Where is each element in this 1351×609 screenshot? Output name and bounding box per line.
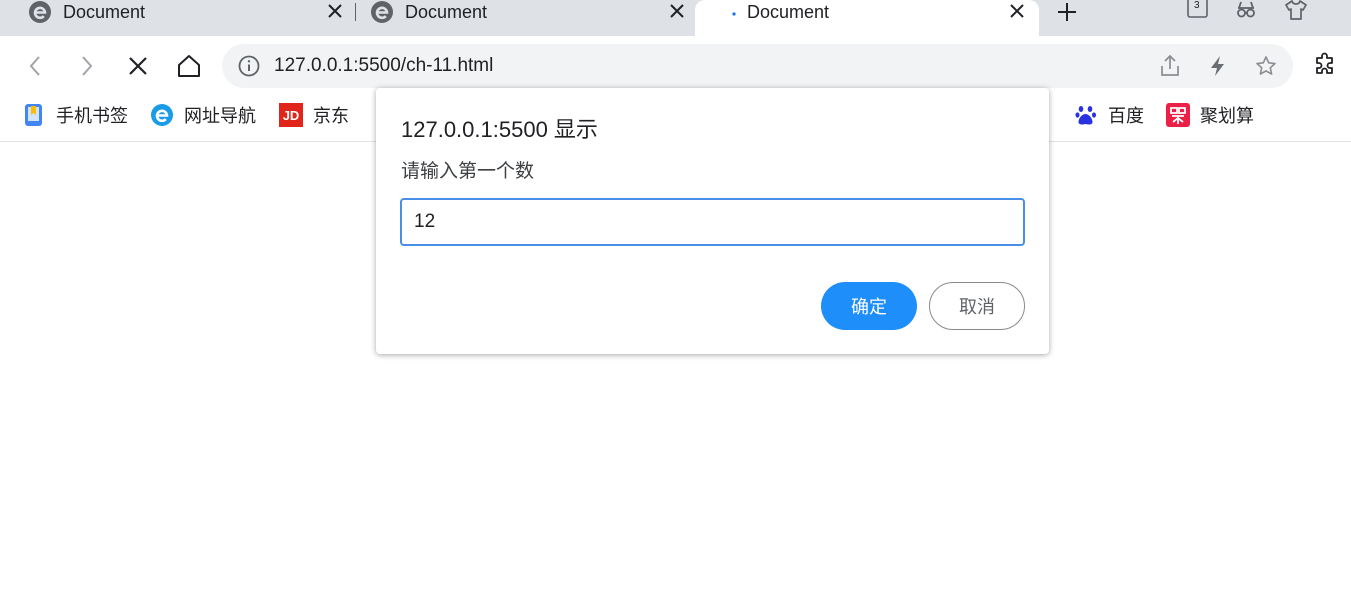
- bookmark-label: 百度: [1108, 106, 1144, 126]
- tab-document-2[interactable]: Document: [342, 0, 694, 36]
- bookmark-baidu[interactable]: 百度: [1074, 102, 1144, 128]
- bookmark-nav[interactable]: 网址导航: [150, 102, 256, 128]
- jd-icon: JD: [279, 103, 303, 127]
- shirt-skin-icon[interactable]: [1284, 0, 1308, 22]
- browser-e-icon: [29, 1, 51, 23]
- extensions-puzzle-icon[interactable]: [1312, 52, 1338, 78]
- bookmark-phone[interactable]: 手机书签: [22, 102, 128, 128]
- cancel-button[interactable]: 取消: [929, 282, 1025, 330]
- bookmark-label: 聚划算: [1200, 106, 1254, 126]
- tab-document-active[interactable]: Document: [695, 0, 1039, 36]
- dialog-title: 127.0.0.1:5500 显示: [401, 117, 598, 142]
- baidu-paw-icon: [1075, 106, 1096, 125]
- home-icon[interactable]: [175, 52, 203, 80]
- tab-count-icon[interactable]: 3: [1187, 0, 1209, 18]
- phone-bookmark-icon: [25, 104, 42, 126]
- dialog-message: 请输入第一个数: [401, 161, 535, 182]
- star-bookmark-icon[interactable]: [1254, 54, 1278, 78]
- new-tab-plus-icon[interactable]: [1055, 0, 1079, 24]
- tab-strip: Document Document Document 3: [0, 0, 1351, 36]
- lightning-icon[interactable]: [1206, 54, 1230, 78]
- prompt-dialog: 127.0.0.1:5500 显示 请输入第一个数 确定 取消: [376, 88, 1049, 354]
- close-icon[interactable]: [1007, 1, 1027, 21]
- stop-loading-icon[interactable]: [124, 52, 152, 80]
- url-text[interactable]: 127.0.0.1:5500/ch-11.html: [274, 55, 493, 77]
- tab-title: Document: [405, 2, 488, 22]
- tab-count: 3: [1194, 0, 1200, 11]
- address-bar[interactable]: 127.0.0.1:5500/ch-11.html: [222, 44, 1293, 88]
- tab-title: Document: [747, 2, 830, 22]
- browser-toolbar: 127.0.0.1:5500/ch-11.html: [0, 36, 1351, 96]
- forward-arrow-icon[interactable]: [72, 52, 100, 80]
- incognito-glasses-icon[interactable]: [1234, 0, 1258, 22]
- ok-button[interactable]: 确定: [821, 282, 917, 330]
- tab-document-1[interactable]: Document: [0, 0, 352, 36]
- juhuasuan-icon: [1166, 103, 1190, 127]
- share-icon[interactable]: [1158, 54, 1182, 78]
- back-arrow-icon[interactable]: [22, 52, 50, 80]
- bookmark-jd[interactable]: JD 京东: [279, 102, 349, 128]
- prompt-input[interactable]: [400, 198, 1025, 246]
- bookmark-label: 网址导航: [184, 106, 256, 126]
- tab-title: Document: [63, 2, 146, 22]
- bookmark-label: 手机书签: [56, 106, 128, 126]
- bookmark-juhuasuan[interactable]: 聚划算: [1166, 102, 1254, 128]
- svg-text:JD: JD: [283, 108, 300, 123]
- bookmark-label: 京东: [313, 106, 349, 126]
- browser-e-icon: [151, 104, 173, 126]
- loading-spinner-icon: [732, 12, 736, 16]
- site-info-icon[interactable]: [237, 54, 261, 78]
- close-icon[interactable]: [667, 1, 687, 21]
- browser-e-icon: [371, 1, 393, 23]
